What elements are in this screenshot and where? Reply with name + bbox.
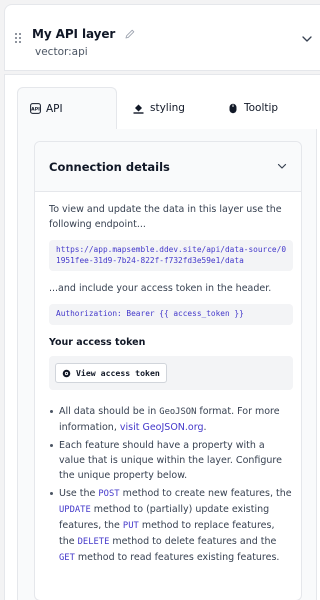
eye-icon	[62, 369, 71, 377]
token-heading: Your access token	[49, 336, 146, 348]
text: Use the	[59, 487, 99, 499]
info-list: All data should be in GeoJSON format. Fo…	[49, 404, 293, 566]
api-icon: API	[30, 103, 41, 114]
token-box: View access token	[49, 355, 293, 390]
list-item: All data should be in GeoJSON format. Fo…	[49, 404, 293, 435]
text: method to create new features, the	[119, 487, 292, 499]
mouse-icon	[229, 103, 237, 113]
delete-method: DELETE	[77, 536, 110, 547]
layer-type: vector:api	[35, 46, 88, 58]
auth-header-code[interactable]: Authorization: Bearer {{ access_token }}	[49, 304, 293, 325]
text: .	[203, 421, 207, 433]
connection-details-card: Connection details To view and update th…	[34, 141, 302, 600]
tab-styling-label: styling	[150, 102, 185, 114]
intro-text: To view and update the data in this laye…	[49, 204, 282, 230]
pencil-icon[interactable]	[124, 28, 136, 40]
svg-text:API: API	[31, 106, 40, 112]
tab-content: Connection details To view and update th…	[17, 129, 317, 600]
paint-bucket-icon	[133, 104, 144, 114]
format-code: GeoJSON	[159, 406, 197, 417]
text: method to delete features and the	[109, 535, 277, 547]
view-token-label: View access token	[76, 368, 160, 378]
tab-styling[interactable]: styling	[133, 87, 185, 129]
tab-tooltip-label: Tooltip	[244, 102, 279, 114]
drag-handle-icon[interactable]	[15, 33, 21, 43]
update-method: UPDATE	[59, 504, 91, 515]
list-item: Use the POST method to create new featur…	[49, 486, 293, 566]
card-title: Connection details	[49, 159, 170, 174]
text: All data should be in	[59, 405, 160, 417]
tab-bar: API API styling Tooltip	[17, 87, 317, 129]
tab-tooltip[interactable]: Tooltip	[228, 87, 278, 129]
chevron-down-icon[interactable]	[277, 163, 287, 170]
get-method: GET	[59, 552, 75, 563]
view-token-button[interactable]: View access token	[55, 363, 167, 383]
tab-api-label: API	[46, 102, 63, 115]
list-item: Each feature should have a property with…	[49, 438, 293, 483]
tab-api[interactable]: API API	[17, 87, 117, 129]
endpoint-url[interactable]: https://app.mapsemble.ddev.site/api/data…	[49, 240, 293, 271]
header-instruction: ...and include your access token in the …	[49, 283, 272, 294]
connection-details-header[interactable]: Connection details	[35, 142, 301, 192]
post-method: POST	[98, 488, 120, 499]
layer-title: My API layer	[32, 27, 116, 41]
chevron-down-icon[interactable]	[301, 35, 313, 43]
text: method to read features existing feature…	[74, 551, 280, 563]
layer-panel: API API styling Tooltip Connection detai…	[4, 74, 320, 600]
layer-header: My API layer vector:api	[4, 4, 320, 71]
geojson-link[interactable]: visit GeoJSON.org	[120, 422, 204, 433]
put-method: PUT	[122, 520, 139, 531]
